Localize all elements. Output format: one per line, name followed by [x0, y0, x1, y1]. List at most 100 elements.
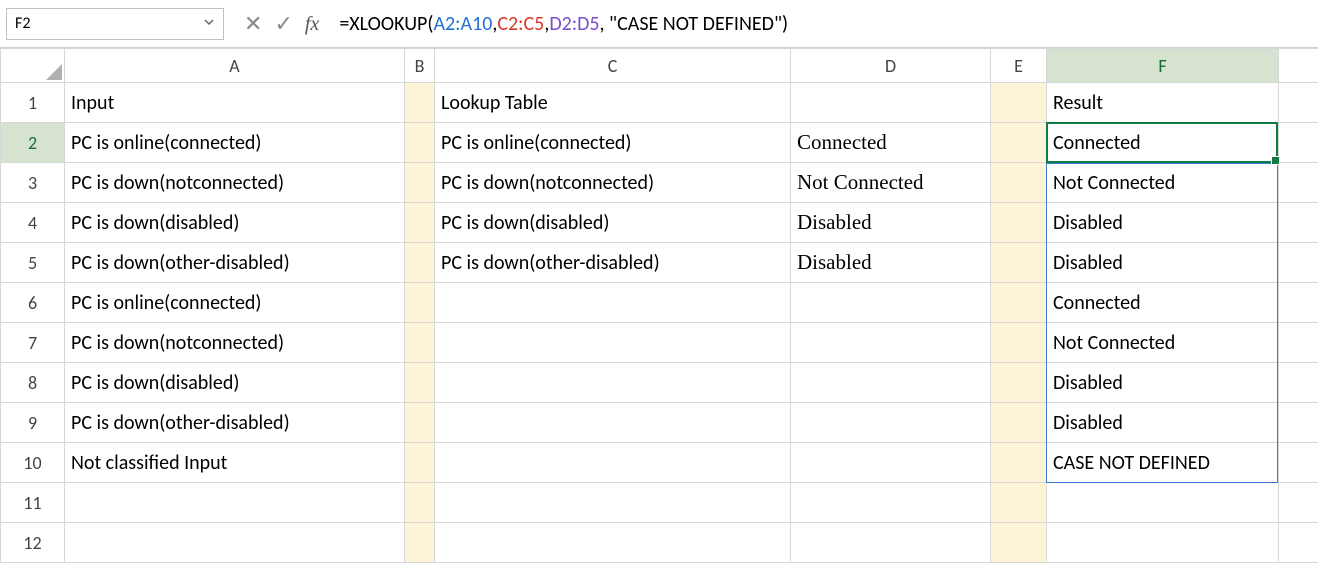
cell-F3[interactable]: Not Connected — [1047, 163, 1279, 203]
cell-B8[interactable] — [405, 363, 435, 403]
chevron-down-icon[interactable] — [203, 14, 215, 33]
cell-B11[interactable] — [405, 483, 435, 523]
cell-E6[interactable] — [991, 283, 1047, 323]
cell-E5[interactable] — [991, 243, 1047, 283]
cell-G5[interactable] — [1279, 243, 1318, 283]
cell-C4[interactable]: PC is down(disabled) — [435, 203, 791, 243]
cell-D1[interactable] — [791, 83, 991, 123]
cell-F8[interactable]: Disabled — [1047, 363, 1279, 403]
cell-A4[interactable]: PC is down(disabled) — [65, 203, 405, 243]
cell-D5[interactable]: Disabled — [791, 243, 991, 283]
cell-G6[interactable] — [1279, 283, 1318, 323]
cell-E8[interactable] — [991, 363, 1047, 403]
cell-C7[interactable] — [435, 323, 791, 363]
cell-F12[interactable] — [1047, 523, 1279, 563]
enter-icon[interactable]: ✓ — [274, 13, 292, 35]
name-box[interactable]: F2 — [6, 8, 224, 40]
cell-A6[interactable]: PC is online(connected) — [65, 283, 405, 323]
cell-E10[interactable] — [991, 443, 1047, 483]
col-header-D[interactable]: D — [791, 49, 991, 83]
cell-D12[interactable] — [791, 523, 991, 563]
cell-B12[interactable] — [405, 523, 435, 563]
col-header-E[interactable]: E — [991, 49, 1047, 83]
worksheet-grid[interactable]: A B C D E F 1 Input Lookup Table Result … — [0, 48, 1318, 563]
cell-E1[interactable] — [991, 83, 1047, 123]
cell-F10[interactable]: CASE NOT DEFINED — [1047, 443, 1279, 483]
cell-A11[interactable] — [65, 483, 405, 523]
cell-G3[interactable] — [1279, 163, 1318, 203]
select-all-corner[interactable] — [1, 49, 65, 83]
col-header-C[interactable]: C — [435, 49, 791, 83]
cell-C9[interactable] — [435, 403, 791, 443]
cell-A8[interactable]: PC is down(disabled) — [65, 363, 405, 403]
cell-B2[interactable] — [405, 123, 435, 163]
cell-D9[interactable] — [791, 403, 991, 443]
cell-B4[interactable] — [405, 203, 435, 243]
cell-D2[interactable]: Connected — [791, 123, 991, 163]
col-header-F[interactable]: F — [1047, 49, 1279, 83]
cell-A2[interactable]: PC is online(connected) — [65, 123, 405, 163]
cell-E4[interactable] — [991, 203, 1047, 243]
cell-A1[interactable]: Input — [65, 83, 405, 123]
row-header-6[interactable]: 6 — [1, 283, 65, 323]
cell-G2[interactable] — [1279, 123, 1318, 163]
cell-C10[interactable] — [435, 443, 791, 483]
cell-E9[interactable] — [991, 403, 1047, 443]
cell-C1[interactable]: Lookup Table — [435, 83, 791, 123]
row-header-4[interactable]: 4 — [1, 203, 65, 243]
cell-B5[interactable] — [405, 243, 435, 283]
cell-F5[interactable]: Disabled — [1047, 243, 1279, 283]
row-header-11[interactable]: 11 — [1, 483, 65, 523]
row-header-7[interactable]: 7 — [1, 323, 65, 363]
cell-D3[interactable]: Not Connected — [791, 163, 991, 203]
cell-F2[interactable]: Connected — [1047, 123, 1279, 163]
cell-G12[interactable] — [1279, 523, 1318, 563]
row-header-8[interactable]: 8 — [1, 363, 65, 403]
cell-G11[interactable] — [1279, 483, 1318, 523]
cell-A10[interactable]: Not classified Input — [65, 443, 405, 483]
cell-G4[interactable] — [1279, 203, 1318, 243]
row-header-3[interactable]: 3 — [1, 163, 65, 203]
row-header-5[interactable]: 5 — [1, 243, 65, 283]
cell-C5[interactable]: PC is down(other-disabled) — [435, 243, 791, 283]
insert-function-icon[interactable]: fx — [305, 14, 319, 34]
col-header-G[interactable] — [1279, 49, 1318, 83]
cell-C3[interactable]: PC is down(notconnected) — [435, 163, 791, 203]
cell-B6[interactable] — [405, 283, 435, 323]
row-header-1[interactable]: 1 — [1, 83, 65, 123]
cell-F1[interactable]: Result — [1047, 83, 1279, 123]
cell-G8[interactable] — [1279, 363, 1318, 403]
cell-A9[interactable]: PC is down(other-disabled) — [65, 403, 405, 443]
cell-E12[interactable] — [991, 523, 1047, 563]
cell-A12[interactable] — [65, 523, 405, 563]
cell-G9[interactable] — [1279, 403, 1318, 443]
cell-B7[interactable] — [405, 323, 435, 363]
cell-C8[interactable] — [435, 363, 791, 403]
cell-A5[interactable]: PC is down(other-disabled) — [65, 243, 405, 283]
cell-D7[interactable] — [791, 323, 991, 363]
cell-F6[interactable]: Connected — [1047, 283, 1279, 323]
cell-F11[interactable] — [1047, 483, 1279, 523]
col-header-A[interactable]: A — [65, 49, 405, 83]
cell-B3[interactable] — [405, 163, 435, 203]
cell-A7[interactable]: PC is down(notconnected) — [65, 323, 405, 363]
cell-D10[interactable] — [791, 443, 991, 483]
cell-F4[interactable]: Disabled — [1047, 203, 1279, 243]
cell-G10[interactable] — [1279, 443, 1318, 483]
cell-C2[interactable]: PC is online(connected) — [435, 123, 791, 163]
cell-D6[interactable] — [791, 283, 991, 323]
cell-E2[interactable] — [991, 123, 1047, 163]
cell-D8[interactable] — [791, 363, 991, 403]
row-header-2[interactable]: 2 — [1, 123, 65, 163]
cell-D4[interactable]: Disabled — [791, 203, 991, 243]
row-header-9[interactable]: 9 — [1, 403, 65, 443]
cell-B10[interactable] — [405, 443, 435, 483]
cell-A3[interactable]: PC is down(notconnected) — [65, 163, 405, 203]
row-header-12[interactable]: 12 — [1, 523, 65, 563]
cancel-icon[interactable]: ✕ — [244, 13, 262, 35]
cell-B9[interactable] — [405, 403, 435, 443]
col-header-B[interactable]: B — [405, 49, 435, 83]
cell-C12[interactable] — [435, 523, 791, 563]
cell-D11[interactable] — [791, 483, 991, 523]
cell-G7[interactable] — [1279, 323, 1318, 363]
